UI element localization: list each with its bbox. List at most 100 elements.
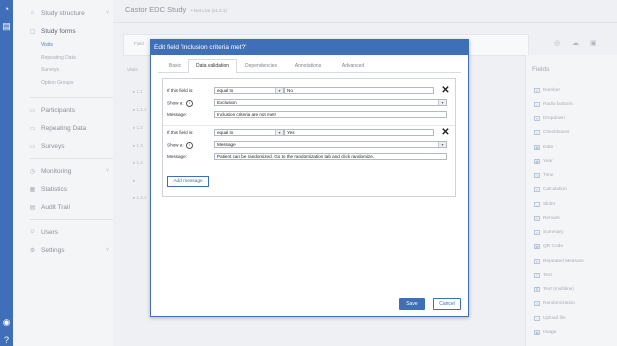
form-label: Field xyxy=(134,41,144,46)
sidebar-item-repeating-data[interactable]: ▭ Repeating Data xyxy=(29,122,87,134)
sidebar-item-statistics[interactable]: ▦ Statistics xyxy=(29,183,67,195)
sidebar-sub-option-groups[interactable]: Option Groups xyxy=(41,80,74,86)
monitoring-icon: ◷ xyxy=(29,168,36,175)
visit-tabs[interactable]: Visits xyxy=(127,67,138,72)
field-type-radio-buttons[interactable]: ○ Radio buttons xyxy=(534,100,573,109)
field-type-time[interactable]: ◷ Time xyxy=(534,171,553,180)
document-icon[interactable]: ▤ xyxy=(2,22,11,31)
sidebar-item-surveys[interactable]: ▭ Surveys xyxy=(29,140,65,152)
form-row[interactable]: ▸ 1.3 xyxy=(133,143,143,149)
tab-basic[interactable]: Basic xyxy=(162,59,188,72)
field-type-year[interactable]: ▦ Year xyxy=(534,157,553,166)
field-type-number[interactable]: # Number xyxy=(534,86,560,95)
field-type-upload-file[interactable]: ↑ Upload file xyxy=(534,314,566,323)
sidebar-item-label: Surveys xyxy=(41,142,65,150)
field-type-repeated-measure[interactable]: ↻ Repeated Measure xyxy=(534,257,584,266)
form-row[interactable]: ▸ 1.4 xyxy=(133,160,143,166)
field-type-text-multiline[interactable]: ≣ Text (multiline) xyxy=(534,285,574,294)
show-type-select[interactable]: Exclusion ▾ xyxy=(214,99,447,106)
number-icon: # xyxy=(534,88,540,93)
field-type-checkboxes[interactable]: ✓ Checkboxes xyxy=(534,128,569,137)
field-type-dropdown[interactable]: ▾ Dropdown xyxy=(534,114,565,123)
dialog-tabs: Basic Data validation Dependencies Annot… xyxy=(158,59,461,73)
header-divider xyxy=(113,22,617,23)
eye-icon[interactable]: ◎ xyxy=(554,39,560,47)
surveys-icon: ▭ xyxy=(29,143,36,150)
operator-select[interactable]: equal to ▾ xyxy=(214,129,284,136)
tab-dependencies[interactable]: Dependencies xyxy=(238,59,284,72)
remove-rule-icon[interactable]: ✕ xyxy=(441,128,450,138)
sidebar-item-settings[interactable]: ⚙ Settings xyxy=(29,244,65,256)
value-input[interactable]: No xyxy=(284,87,434,94)
info-icon[interactable]: i xyxy=(185,142,193,149)
field-type-image[interactable]: ▣ Image xyxy=(534,328,556,337)
field-type-text[interactable]: T Text xyxy=(534,271,552,280)
if-field-label: If this field is: xyxy=(167,130,194,135)
sidebar-sub-visits[interactable]: Visits xyxy=(41,42,53,48)
upload-icon: ↑ xyxy=(534,316,540,321)
dropdown-icon: ▾ xyxy=(534,116,540,121)
clock-icon: ◷ xyxy=(534,173,540,178)
sidebar-item-participants[interactable]: ▭ Participants xyxy=(29,104,75,116)
chevron-down-icon: ▾ xyxy=(275,130,283,135)
sidebar-item-audit-trail[interactable]: ▤ Audit Trail xyxy=(29,201,70,213)
message-input[interactable]: Patient can be randomized. Go to the ran… xyxy=(214,153,447,160)
chevron-down-icon[interactable]: ˅ xyxy=(106,168,109,174)
chevron-down-icon[interactable]: ˅ xyxy=(106,247,109,253)
field-type-summary[interactable]: ≡ Summary xyxy=(534,228,564,237)
value-input[interactable]: Yes xyxy=(284,129,434,136)
image-icon: ▣ xyxy=(534,330,540,335)
sidebar-sub-repeating-data[interactable]: Repeating Data xyxy=(41,55,76,61)
field-type-calculation[interactable]: ± Calculation xyxy=(534,185,567,194)
form-row[interactable]: ▸ 1.1.1 xyxy=(133,107,147,113)
sidebar-sub-surveys[interactable]: Surveys xyxy=(41,67,59,73)
dialog-header: Edit field 'Inclusion criteria met?' xyxy=(151,40,468,55)
field-type-remark[interactable]: ✎ Remark xyxy=(534,214,560,223)
castor-logo-icon[interactable]: ◔ xyxy=(2,5,11,14)
field-type-date[interactable]: ▦ Date xyxy=(534,143,553,152)
print-icon[interactable]: ▣ xyxy=(590,39,597,47)
save-button[interactable]: Save xyxy=(399,298,425,310)
sidebar-item-label: Study forms xyxy=(41,27,76,35)
field-type-slider[interactable]: ‒ Slider xyxy=(534,200,555,209)
summary-icon: ≡ xyxy=(534,230,540,235)
add-message-button[interactable]: Add message xyxy=(167,176,209,187)
sidebar-item-study-forms[interactable]: ▢ Study forms xyxy=(29,25,76,37)
form-row[interactable]: ▸ xyxy=(133,178,135,184)
chevron-down-icon[interactable]: ˅ xyxy=(106,10,109,16)
chevron-down-icon: ▾ xyxy=(438,100,446,105)
structure-icon: ⌂ xyxy=(30,10,35,16)
app-rail: ◔ ▤ ◉ ? xyxy=(0,0,13,346)
statistics-icon: ▦ xyxy=(29,186,36,193)
sidebar-item-monitoring[interactable]: ◷ Monitoring xyxy=(29,165,71,177)
calendar-icon: ▦ xyxy=(534,159,540,164)
field-type-randomization[interactable]: ⤨ Randomization xyxy=(534,299,575,308)
text-icon: T xyxy=(534,273,540,278)
form-row[interactable]: ▸ 1.1 xyxy=(133,89,143,95)
account-icon[interactable]: ◉ xyxy=(2,318,11,327)
field-type-qr-code[interactable]: ▩ QR Code xyxy=(534,242,563,251)
sidebar-item-users[interactable]: ☺ Users xyxy=(29,226,58,238)
study-title: Castor EDC Study xyxy=(125,5,187,14)
operator-select[interactable]: equal to ▾ xyxy=(214,87,284,94)
users-icon: ☺ xyxy=(29,229,36,235)
cancel-button[interactable]: Cancel xyxy=(433,298,461,310)
sidebar-item-label: Monitoring xyxy=(41,167,72,175)
tab-annotations[interactable]: Annotations xyxy=(285,59,331,72)
chevron-down-icon: ▾ xyxy=(275,88,283,93)
form-row[interactable]: ▸ 1.2 xyxy=(133,125,143,131)
tab-data-validation[interactable]: Data validation xyxy=(188,59,237,73)
study-status: • Not Live (v1.0.1) xyxy=(191,8,227,13)
sidebar-item-label: Statistics xyxy=(41,185,68,193)
cloud-icon[interactable]: ☁ xyxy=(572,39,579,47)
chevron-down-icon: ▾ xyxy=(438,142,446,147)
tab-advanced[interactable]: Advanced xyxy=(332,59,374,72)
message-input[interactable]: Inclusion criteria are not met! xyxy=(214,111,447,118)
info-icon[interactable]: i xyxy=(185,100,193,107)
radio-icon: ○ xyxy=(534,102,540,107)
form-row[interactable]: ▸ 1.4.1 xyxy=(133,195,147,201)
show-type-select[interactable]: Message ▾ xyxy=(214,141,447,148)
sidebar-item-study-structure[interactable]: ⌂ Study structure xyxy=(29,7,85,19)
remove-rule-icon[interactable]: ✕ xyxy=(441,86,450,96)
help-icon[interactable]: ? xyxy=(2,336,11,345)
